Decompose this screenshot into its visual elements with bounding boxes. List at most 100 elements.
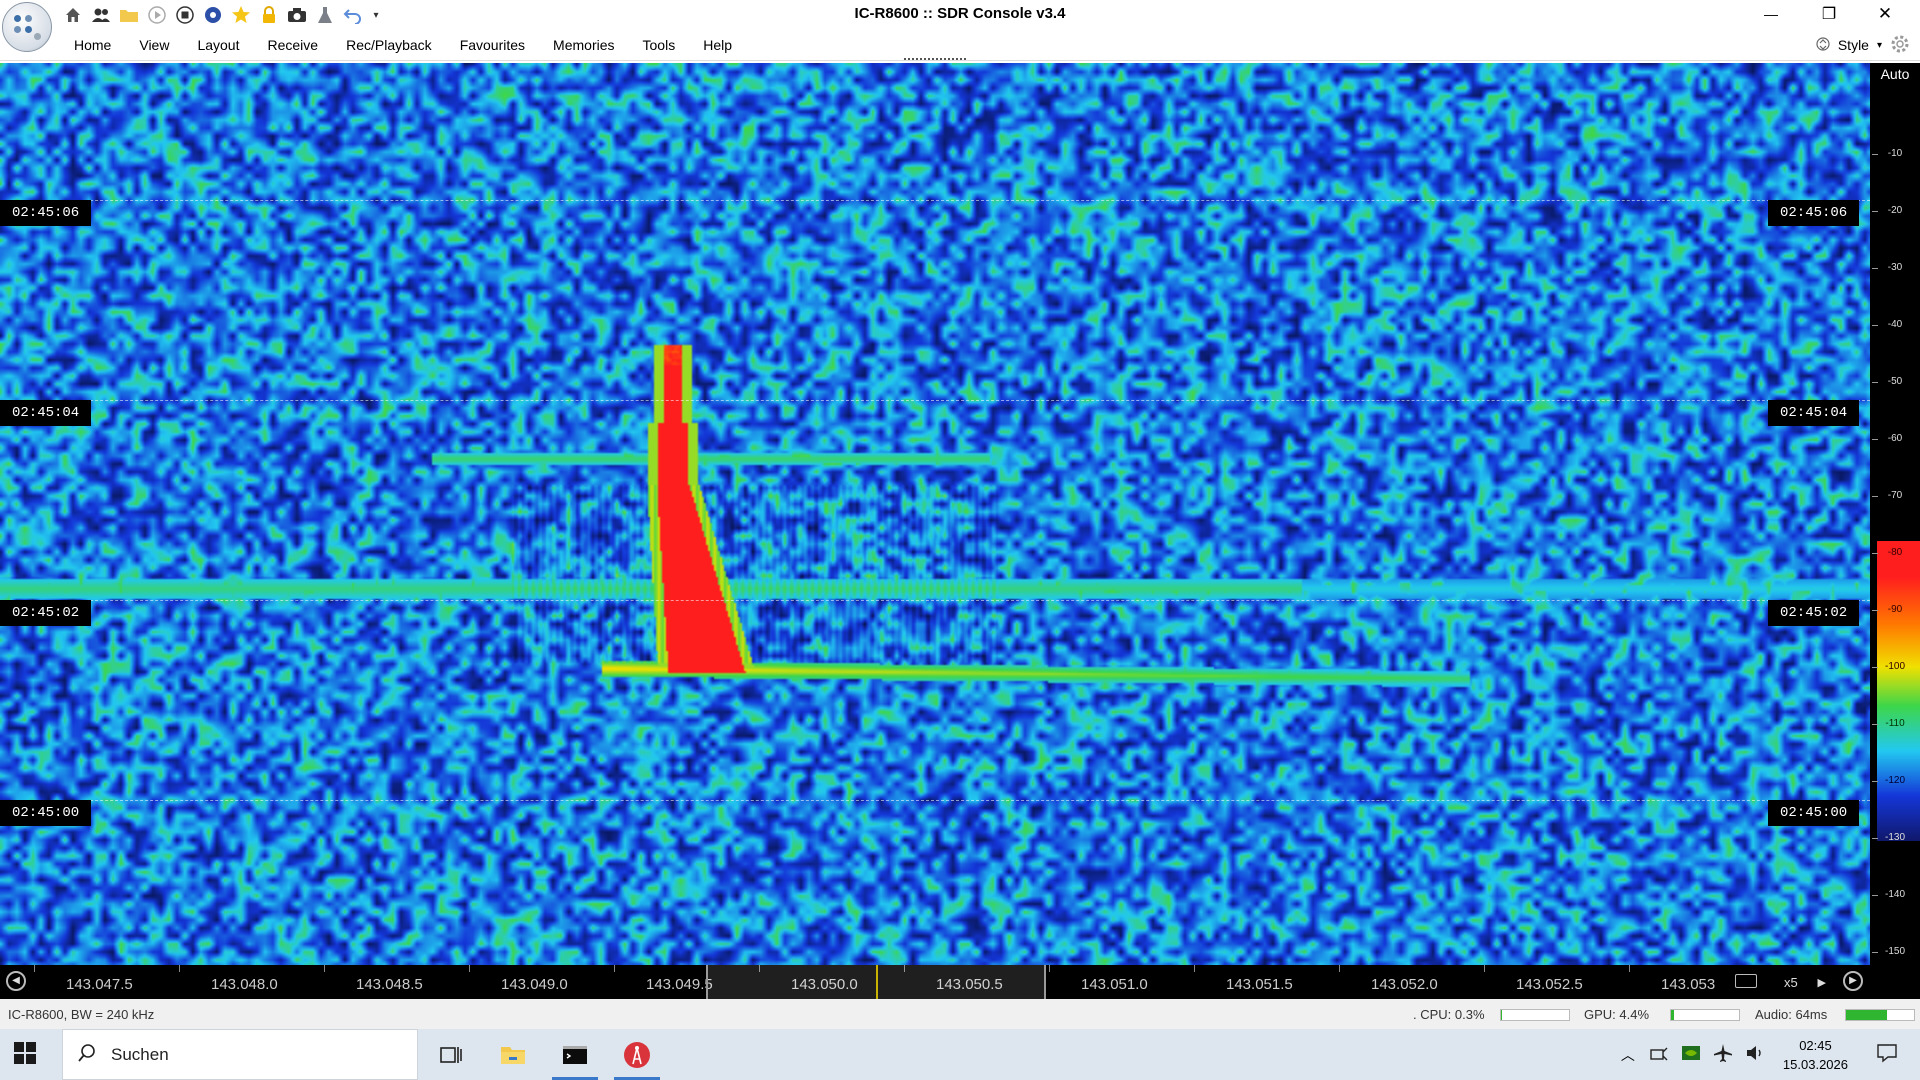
frequency-tick: 143.049.5 [614, 965, 713, 999]
cpu-status: . CPU: 0.3% [1413, 1007, 1485, 1022]
menu-favourites[interactable]: Favourites [446, 30, 539, 60]
style-label: Style [1837, 37, 1869, 53]
lock-icon[interactable] [258, 4, 280, 26]
frequency-tick: 143.052.0 [1339, 965, 1438, 999]
scale-tick: -130 [1870, 832, 1920, 843]
scale-auto-button[interactable]: Auto [1870, 63, 1920, 85]
scale-tick: -60 [1870, 433, 1920, 444]
frequency-tick: 143.051.0 [1049, 965, 1148, 999]
time-label-left: 02:45:06 [0, 200, 92, 226]
scale-tick: -50 [1870, 376, 1920, 387]
maximize-button[interactable]: ❐ [1806, 0, 1852, 28]
receiver-status: IC-R8600, BW = 240 kHz [8, 1007, 155, 1022]
scale-tick: -120 [1870, 775, 1920, 786]
cpu-meter-fill [1501, 1010, 1502, 1020]
scroll-left-icon[interactable]: ◀ [6, 971, 26, 991]
sdr-console-app-icon[interactable] [610, 1029, 664, 1080]
gear-icon[interactable] [1890, 34, 1910, 57]
app-menu-button[interactable] [2, 2, 52, 52]
time-gridline [0, 800, 1870, 801]
windows-start-icon[interactable] [12, 1040, 42, 1070]
clock-date: 15.03.2026 [1782, 1056, 1848, 1072]
time-label-left: 02:45:00 [0, 800, 92, 826]
menu-list: Home View Layout Receive Rec/Playback Fa… [60, 30, 746, 60]
taskbar-search-box[interactable]: Suchen [62, 1029, 418, 1080]
time-label-right: 02:45:00 [1768, 800, 1860, 826]
cpu-meter [1500, 1009, 1570, 1021]
scale-tick: -90 [1870, 604, 1920, 615]
search-icon [77, 1043, 97, 1066]
time-gridline [0, 400, 1870, 401]
airplane-mode-icon[interactable] [1713, 1043, 1733, 1066]
volume-icon[interactable] [1745, 1044, 1765, 1065]
task-view-icon[interactable] [424, 1029, 478, 1080]
audio-status: Audio: 64ms [1755, 1007, 1828, 1022]
quick-access-toolbar: ▾ [62, 2, 382, 28]
scale-tick: -40 [1870, 319, 1920, 330]
users-icon[interactable] [90, 4, 112, 26]
frequency-tick: 143.053 [1629, 965, 1715, 999]
camera-icon[interactable] [286, 4, 308, 26]
menu-receive[interactable]: Receive [254, 30, 333, 60]
frequency-tick: 143.048.5 [324, 965, 423, 999]
zoom-selector[interactable]: x5 ▶ [1770, 965, 1826, 999]
flask-icon[interactable] [314, 4, 336, 26]
nvidia-icon[interactable] [1681, 1044, 1701, 1065]
stop-icon[interactable] [174, 4, 196, 26]
play-arrow-icon[interactable]: ▶ [1818, 976, 1826, 989]
menu-layout[interactable]: Layout [183, 30, 253, 60]
tuned-frequency-marker[interactable] [876, 965, 878, 999]
gpu-status: GPU: 4.4% [1584, 1007, 1650, 1022]
file-explorer-icon[interactable] [486, 1029, 540, 1080]
scale-tick: -70 [1870, 490, 1920, 501]
undo-icon[interactable] [342, 4, 364, 26]
play-icon[interactable] [146, 4, 168, 26]
menu-memories[interactable]: Memories [539, 30, 628, 60]
waterfall-display[interactable]: 02:45:06 02:45:06 02:45:04 02:45:04 02:4… [0, 63, 1870, 965]
folder-icon[interactable] [118, 4, 140, 26]
time-label-left: 02:45:04 [0, 400, 92, 426]
minimize-button[interactable]: — [1748, 0, 1794, 28]
network-adapter-icon[interactable] [1649, 1044, 1669, 1065]
menu-rec-playback[interactable]: Rec/Playback [332, 30, 446, 60]
menu-tools[interactable]: Tools [629, 30, 690, 60]
audio-meter [1845, 1009, 1915, 1021]
time-label-left: 02:45:02 [0, 600, 92, 626]
arrows-icon [1816, 34, 1830, 57]
scale-tick: -20 [1870, 205, 1920, 216]
waterfall-canvas[interactable] [0, 63, 1870, 965]
search-placeholder: Suchen [111, 1044, 169, 1064]
compass-icon[interactable] [202, 4, 224, 26]
frequency-tick: 143.051.5 [1194, 965, 1293, 999]
gpu-meter-fill [1671, 1010, 1674, 1020]
style-menu[interactable]: Style ▾ [1816, 30, 1910, 60]
color-gradient-bar [1877, 541, 1920, 841]
menu-home[interactable]: Home [60, 30, 125, 60]
status-bar: IC-R8600, BW = 240 kHz . CPU: 0.3% GPU: … [0, 999, 1920, 1029]
gpu-meter [1670, 1009, 1740, 1021]
dropdown-arrow-icon[interactable]: ▾ [370, 4, 382, 26]
clock[interactable]: 02:45 15.03.2026 [1783, 1036, 1848, 1074]
clock-time: 02:45 [1799, 1037, 1832, 1053]
zoom-label: x5 [1784, 974, 1798, 990]
star-icon[interactable] [230, 4, 252, 26]
menu-help[interactable]: Help [689, 30, 746, 60]
keyboard-icon[interactable] [1735, 974, 1757, 988]
frequency-tick: 143.052.5 [1484, 965, 1583, 999]
chevron-up-icon[interactable]: ︿ [1621, 1045, 1635, 1065]
frequency-tick: 143.047.5 [34, 965, 133, 999]
scale-tick: -140 [1870, 889, 1920, 900]
terminal-app-icon[interactable] [548, 1029, 602, 1080]
scroll-right-icon[interactable]: ▶ [1843, 971, 1863, 991]
close-button[interactable]: ✕ [1862, 0, 1908, 28]
scale-tick: -80 [1870, 547, 1920, 558]
time-gridline [0, 600, 1870, 601]
menu-view[interactable]: View [125, 30, 183, 60]
notification-icon[interactable] [1876, 1043, 1898, 1066]
scale-tick: -30 [1870, 262, 1920, 273]
system-tray: ︿ 02:45 15.03.2026 [1621, 1029, 1920, 1080]
time-label-right: 02:45:06 [1768, 200, 1860, 226]
home-icon[interactable] [62, 4, 84, 26]
frequency-tick: 143.048.0 [179, 965, 278, 999]
audio-meter-fill [1846, 1010, 1887, 1020]
